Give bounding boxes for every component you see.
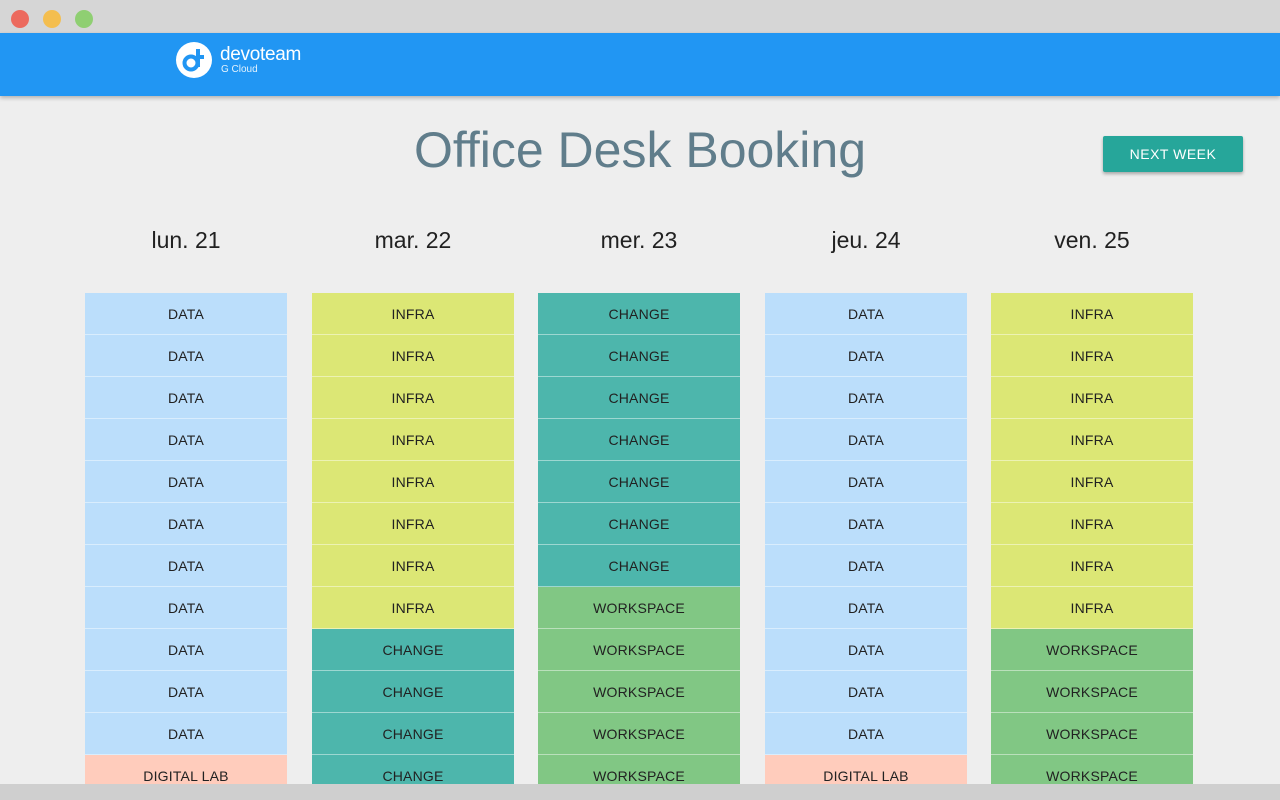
day-heading: mer. 23	[600, 227, 678, 253]
desk-slot[interactable]: INFRA	[991, 293, 1193, 335]
desk-slot[interactable]: DATA	[765, 503, 967, 545]
window-bottom-edge	[0, 784, 1280, 800]
desk-slot[interactable]: DATA	[85, 461, 287, 503]
desk-slot[interactable]: DATA	[765, 713, 967, 755]
desk-slot[interactable]: DATA	[85, 377, 287, 419]
desk-slot[interactable]: DATA	[85, 713, 287, 755]
desk-slot[interactable]: WORKSPACE	[538, 629, 740, 671]
page-title: Office Desk Booking	[413, 122, 867, 178]
desk-slot[interactable]: DATA	[765, 419, 967, 461]
desk-slot[interactable]: WORKSPACE	[538, 671, 740, 713]
desk-slot[interactable]: DATA	[765, 629, 967, 671]
day-heading: lun. 21	[151, 227, 221, 253]
desk-slot[interactable]: DATA	[85, 335, 287, 377]
desk-slot[interactable]: DATA	[765, 587, 967, 629]
next-week-button[interactable]: NEXT WEEK	[1103, 136, 1243, 172]
desk-slot[interactable]: CHANGE	[538, 419, 740, 461]
desk-slot[interactable]: INFRA	[312, 587, 514, 629]
desk-slot[interactable]: CHANGE	[538, 335, 740, 377]
desk-slot[interactable]: INFRA	[991, 503, 1193, 545]
desk-slot[interactable]: CHANGE	[538, 377, 740, 419]
zoom-window-button[interactable]	[75, 10, 93, 28]
desk-slot[interactable]: DATA	[85, 629, 287, 671]
desk-slot[interactable]: INFRA	[312, 377, 514, 419]
desk-slot-list: DATA DATA DATA DATA DATA DATA DATA DATA DATA DATA…	[85, 293, 287, 784]
desk-slot[interactable]: CHANGE	[312, 629, 514, 671]
desk-slot[interactable]: WORKSPACE	[991, 671, 1193, 713]
desk-slot[interactable]: CHANGE	[538, 293, 740, 335]
desk-slot[interactable]: CHANGE	[538, 503, 740, 545]
desk-slot[interactable]: CHANGE	[538, 461, 740, 503]
desk-slot-list: CHANGE CHANGE CHANGE CHANGE CHANGE CHANGE CHAN…	[538, 293, 740, 784]
minimize-window-button[interactable]	[43, 10, 61, 28]
desk-slot[interactable]: DATA	[85, 419, 287, 461]
desk-slot[interactable]: WORKSPACE	[538, 713, 740, 755]
desk-slot[interactable]: CHANGE	[312, 713, 514, 755]
desk-slot[interactable]: CHANGE	[538, 545, 740, 587]
day-heading: jeu. 24	[831, 227, 901, 253]
window-titlebar	[0, 0, 1280, 34]
brand-name: devoteam	[220, 44, 302, 65]
desk-slot[interactable]: DATA	[765, 377, 967, 419]
desk-slot[interactable]: CHANGE	[312, 671, 514, 713]
desk-slot[interactable]: DATA	[765, 671, 967, 713]
devoteam-logo-icon[interactable]	[176, 42, 212, 78]
desk-slot[interactable]: INFRA	[991, 461, 1193, 503]
desk-slot[interactable]: INFRA	[991, 587, 1193, 629]
day-heading: mar. 22	[374, 227, 452, 253]
desk-slot[interactable]: INFRA	[312, 461, 514, 503]
desk-slot[interactable]: WORKSPACE	[991, 629, 1193, 671]
desk-slot[interactable]: INFRA	[312, 419, 514, 461]
desk-slot[interactable]: DATA	[85, 545, 287, 587]
desk-slot[interactable]: INFRA	[991, 545, 1193, 587]
desk-slot[interactable]: DATA	[85, 503, 287, 545]
desk-slot[interactable]: INFRA	[991, 377, 1193, 419]
desk-slot[interactable]: DATA	[765, 461, 967, 503]
desk-slot[interactable]: WORKSPACE	[538, 587, 740, 629]
desk-slot[interactable]: DATA	[85, 671, 287, 713]
day-heading: ven. 25	[1054, 227, 1130, 253]
desk-slot[interactable]: DATA	[765, 545, 967, 587]
desk-slot-list: INFRA INFRA INFRA INFRA INFRA INFRA INFRA INFRA…	[991, 293, 1193, 784]
desk-slot[interactable]: WORKSPACE	[991, 755, 1193, 784]
desk-slot-list: INFRA INFRA INFRA INFRA INFRA INFRA INFRA INFRA…	[312, 293, 514, 784]
desk-slot[interactable]: INFRA	[991, 335, 1193, 377]
desk-slot[interactable]: INFRA	[312, 545, 514, 587]
desk-slot[interactable]: DIGITAL LAB	[765, 755, 967, 784]
desk-slot[interactable]: DATA	[765, 293, 967, 335]
desk-slot[interactable]: WORKSPACE	[538, 755, 740, 784]
desk-slot[interactable]: INFRA	[312, 503, 514, 545]
desk-slot[interactable]: WORKSPACE	[991, 713, 1193, 755]
main-content: Office Desk Booking NEXT WEEK lun. 21 DAT…	[0, 96, 1280, 784]
desk-slot[interactable]: DIGITAL LAB	[85, 755, 287, 784]
desk-slot-list: DATA DATA DATA DATA DATA DATA DATA DATA DATA DATA…	[765, 293, 967, 784]
desk-slot[interactable]: INFRA	[312, 335, 514, 377]
brand-subtitle: G Cloud	[221, 64, 258, 75]
app-header: devoteam G Cloud	[0, 33, 1280, 96]
desk-slot[interactable]: DATA	[85, 293, 287, 335]
desk-slot[interactable]: INFRA	[312, 293, 514, 335]
desk-slot[interactable]: CHANGE	[312, 755, 514, 784]
desk-slot[interactable]: DATA	[765, 335, 967, 377]
desk-slot[interactable]: INFRA	[991, 419, 1193, 461]
close-window-button[interactable]	[11, 10, 29, 28]
desk-slot[interactable]: DATA	[85, 587, 287, 629]
